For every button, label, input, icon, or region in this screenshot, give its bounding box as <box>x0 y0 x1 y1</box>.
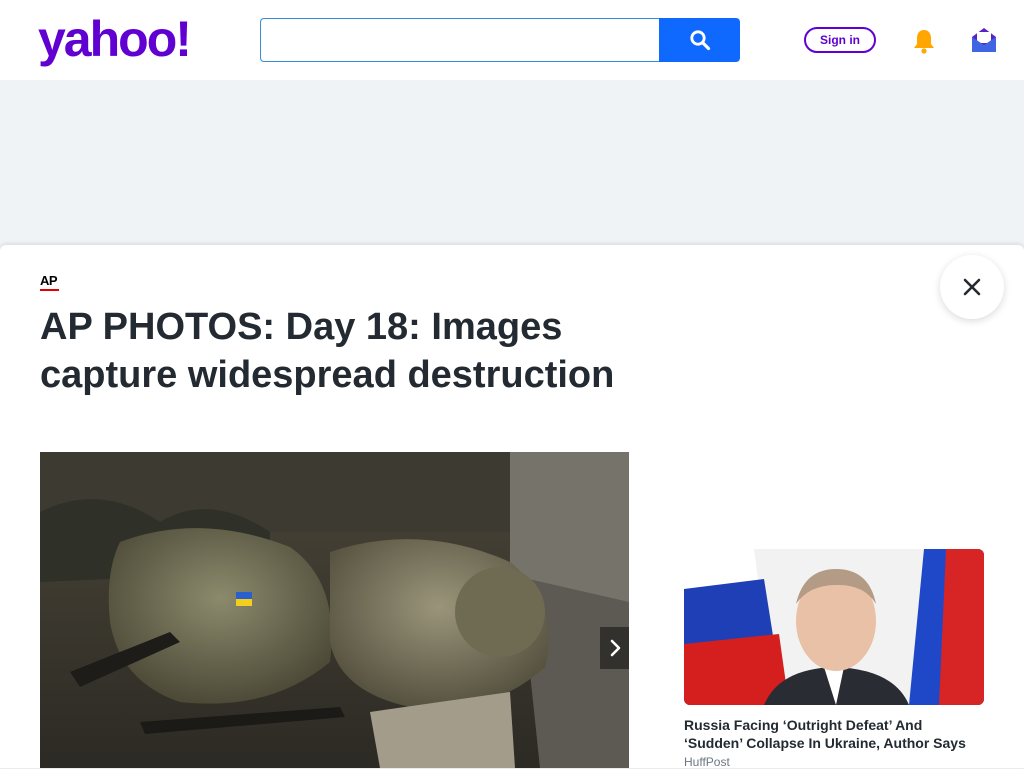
ad-placeholder <box>0 80 1024 245</box>
yahoo-logo[interactable]: yahoo! <box>38 8 192 70</box>
article-panel: AP AP PHOTOS: Day 18: Images capture wid… <box>0 245 1024 769</box>
search-input[interactable] <box>260 18 660 62</box>
search-button[interactable] <box>659 18 740 62</box>
ap-logo: AP <box>40 274 60 292</box>
slideshow-image[interactable] <box>40 452 629 768</box>
recommended-story-card[interactable]: Russia Facing ‘Outright Defeat’ And ‘Sud… <box>684 549 984 769</box>
ap-logo-bar <box>40 289 59 291</box>
chevron-right-icon <box>610 639 620 657</box>
recommended-story-source: HuffPost <box>684 755 730 769</box>
article-title: AP PHOTOS: Day 18: Images capture widesp… <box>40 306 615 396</box>
top-header: yahoo! Sign in <box>0 0 1024 80</box>
bell-icon <box>914 30 934 54</box>
soldiers-photo <box>40 452 629 768</box>
mail-icon <box>972 28 996 52</box>
portrait-photo <box>684 549 984 705</box>
sign-in-button[interactable]: Sign in <box>804 27 876 53</box>
search-icon <box>689 30 710 51</box>
recommended-story-title[interactable]: Russia Facing ‘Outright Defeat’ And ‘Sud… <box>684 716 984 752</box>
mail-button[interactable] <box>970 26 998 54</box>
close-icon <box>963 278 981 296</box>
search-bar <box>260 18 740 62</box>
ap-logo-text: AP <box>40 273 58 288</box>
close-button[interactable] <box>940 255 1004 319</box>
notifications-button[interactable] <box>910 27 938 55</box>
next-slide-button[interactable] <box>600 627 629 669</box>
recommended-story-image <box>684 549 984 705</box>
